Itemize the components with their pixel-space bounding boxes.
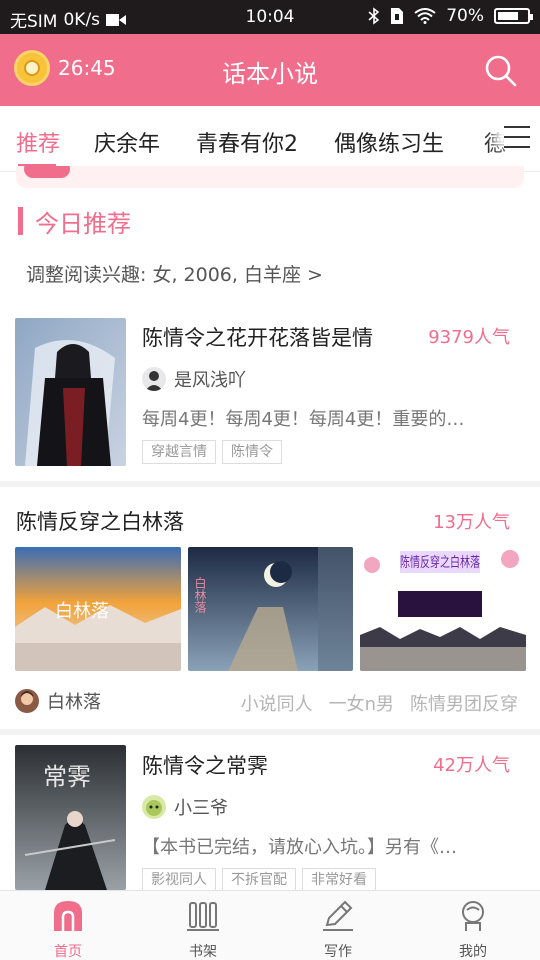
author-name: 小三爷	[174, 798, 228, 819]
tab-qingchun[interactable]: 青春有你2	[196, 126, 298, 158]
bluetooth-icon	[368, 7, 380, 25]
tag[interactable]: 非常好看	[302, 868, 376, 892]
reading-interest-link[interactable]: 调整阅读兴趣: 女, 2006, 白羊座 >	[26, 260, 323, 287]
bottom-nav: 首页 书架 写作 我的	[0, 890, 540, 960]
author-name: 白林落	[47, 692, 101, 713]
cover-title-text: 常霁	[43, 763, 91, 791]
home-icon	[54, 901, 82, 931]
book-description: 【本书已完结，请放心入坑。】另有《…	[142, 837, 457, 858]
divider	[0, 729, 540, 735]
book-cover[interactable]: 常霁	[15, 745, 126, 890]
tab-menu-icon[interactable]	[504, 126, 530, 148]
book-tags: 小说同人 一女n男 陈情男团反穿	[241, 690, 518, 716]
popularity-count: 9379人气	[428, 327, 510, 348]
book-title[interactable]: 陈情令之常霁	[142, 750, 268, 780]
tag[interactable]: 不拆官配	[222, 868, 296, 892]
battery-icon	[494, 8, 533, 24]
section-title: 今日推荐	[35, 209, 131, 238]
cover-title-text: 陈情反穿之白林落	[400, 554, 480, 571]
book-cover[interactable]: 白林落	[188, 547, 353, 671]
tag[interactable]: 影视同人	[142, 868, 216, 892]
status-bar: 无SIM 0K/s 10:04 70%	[0, 0, 540, 34]
book-title[interactable]: 陈情令之花开花落皆是情	[142, 322, 373, 352]
tag[interactable]: 一女n男	[329, 690, 394, 716]
book-description: 每周4更！每周4更！每周4更！重要的…	[142, 409, 465, 430]
book-cover[interactable]: 陈情反穿之白林落	[360, 547, 526, 671]
author-name: 是风浅吖	[174, 370, 246, 391]
tag[interactable]: 小说同人	[241, 690, 313, 716]
section-header: 今日推荐	[18, 206, 131, 238]
nav-write[interactable]: 写作	[298, 899, 378, 960]
author-avatar	[15, 689, 39, 713]
wifi-icon	[414, 8, 436, 24]
tab-more-partial[interactable]: 德	[484, 126, 506, 158]
nav-profile[interactable]: 我的	[433, 899, 513, 960]
tag[interactable]: 穿越言情	[142, 440, 216, 464]
author[interactable]: 白林落	[15, 688, 101, 714]
book-tags: 穿越言情 陈情令	[142, 440, 282, 464]
bookshelf-icon	[187, 902, 219, 931]
banner-partial[interactable]	[16, 166, 524, 188]
cover-title-text: 白林落	[55, 601, 109, 622]
author[interactable]: 是风浅吖	[142, 366, 246, 392]
nav-write-label: 写作	[324, 944, 352, 960]
tab-recommend[interactable]: 推荐	[16, 126, 60, 158]
category-tabs: 推荐 庆余年 青春有你2 偶像练习生 德	[0, 106, 540, 172]
tab-qingyunian[interactable]: 庆余年	[94, 126, 160, 158]
cover-title-text: 白林落	[193, 576, 207, 614]
nav-home[interactable]: 首页	[28, 899, 108, 960]
pen-icon	[323, 900, 353, 931]
app-header: 26:45 话本小说	[0, 34, 540, 106]
book-cover[interactable]: 白林落	[15, 547, 181, 671]
nav-bookshelf-label: 书架	[189, 944, 217, 960]
popularity-count: 13万人气	[433, 512, 510, 533]
book-cover[interactable]	[15, 318, 126, 466]
author-avatar	[142, 367, 166, 391]
tag[interactable]: 陈情令	[222, 440, 282, 464]
sim-icon	[391, 8, 404, 24]
profile-icon	[462, 901, 484, 931]
search-icon[interactable]	[484, 54, 518, 88]
popularity-count: 42万人气	[433, 755, 510, 776]
nav-profile-label: 我的	[459, 944, 487, 960]
tab-idol[interactable]: 偶像练习生	[334, 126, 444, 158]
book-title[interactable]: 陈情反穿之白林落	[16, 506, 184, 536]
divider	[0, 481, 540, 487]
nav-home-label: 首页	[54, 944, 82, 960]
tag[interactable]: 陈情男团反穿	[410, 690, 518, 716]
nav-bookshelf[interactable]: 书架	[163, 899, 243, 960]
author[interactable]: 小三爷	[142, 794, 228, 820]
book-tags: 影视同人 不拆官配 非常好看	[142, 868, 376, 892]
battery-percent: 70%	[446, 6, 484, 26]
author-avatar	[142, 795, 166, 819]
section-accent-bar	[18, 207, 23, 235]
app-title: 话本小说	[222, 60, 318, 88]
